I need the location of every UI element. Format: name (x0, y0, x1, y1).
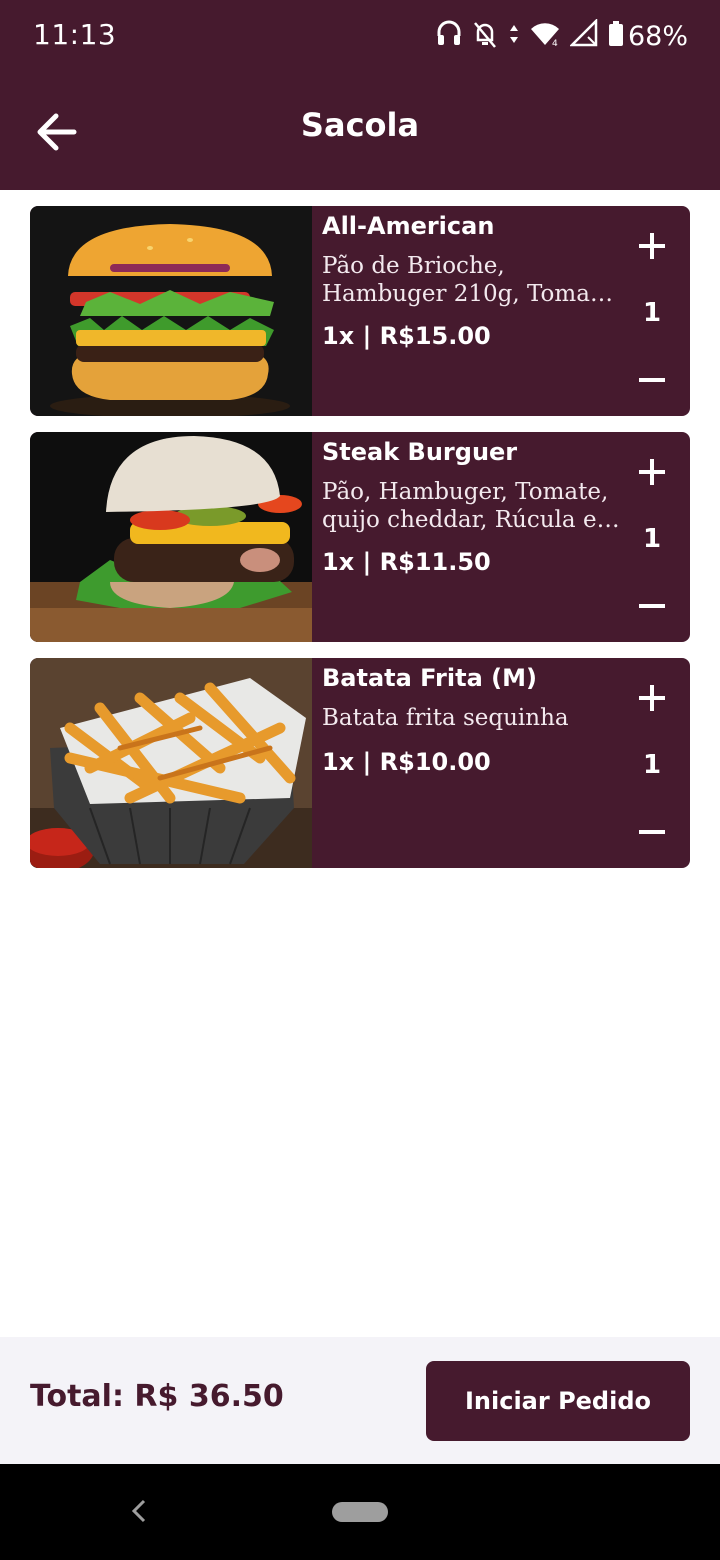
burger-photo (30, 206, 312, 416)
wifi-icon: 4 (530, 19, 560, 53)
order-total: Total: R$ 36.50 (30, 1379, 284, 1414)
cart-item[interactable]: All-American Pão de Brioche, Hambuger 21… (30, 206, 690, 416)
svg-text:4: 4 (552, 39, 558, 49)
item-description: Batata frita sequinha (322, 705, 569, 731)
page-title: Sacola (300, 106, 420, 144)
item-name: All-American (322, 212, 495, 240)
increase-quantity-button[interactable] (638, 232, 666, 260)
decrease-quantity-button minus-icon[interactable] (639, 604, 665, 608)
item-description: Pão, Hambuger, Tomate, quijo cheddar, Rú… (322, 479, 609, 533)
battery-icon (608, 19, 624, 53)
item-quantity: 1 (642, 524, 662, 554)
item-quantity: 1 (642, 298, 662, 328)
signal-icon (568, 17, 598, 53)
item-name: Batata Frita (M) (322, 664, 537, 692)
status-bar: 11:13 4 68% (0, 0, 720, 72)
notifications-off-icon (472, 19, 498, 53)
system-navigation-bar (0, 1464, 720, 1560)
status-icons: 4 68% (426, 17, 688, 54)
start-order-button[interactable]: Iniciar Pedido (426, 1361, 690, 1441)
headphones-icon (436, 19, 462, 53)
item-price: 1x | R$15.00 (322, 322, 491, 350)
item-quantity: 1 (642, 750, 662, 780)
burger-photo (30, 432, 312, 642)
checkout-footer: Total: R$ 36.50 Iniciar Pedido (0, 1337, 720, 1464)
fries-photo (30, 658, 312, 868)
item-description: Pão de Brioche, Hambuger 210g, Tomate, P… (322, 253, 621, 307)
plus-icon (639, 459, 665, 485)
cart-item[interactable]: Steak Burguer Pão, Hambuger, Tomate, qui… (30, 432, 690, 642)
cart-item[interactable]: Batata Frita (M) Batata frita sequinha 1… (30, 658, 690, 868)
system-back-button[interactable] (126, 1496, 152, 1526)
battery-percent: 68% (627, 20, 688, 52)
plus-icon (639, 685, 665, 711)
decrease-quantity-button minus-icon[interactable] (639, 830, 665, 834)
status-time: 11:13 (33, 18, 117, 51)
plus-icon (639, 233, 665, 259)
app-bar: Sacola (0, 72, 720, 190)
increase-quantity-button[interactable] (638, 458, 666, 486)
decrease-quantity-button minus-icon[interactable] (639, 378, 665, 382)
item-price: 1x | R$10.00 (322, 748, 491, 776)
item-price: 1x | R$11.50 (322, 548, 491, 576)
data-arrows-icon (508, 19, 520, 53)
increase-quantity-button[interactable] (638, 684, 666, 712)
system-home-pill[interactable] (332, 1502, 388, 1522)
item-name: Steak Burguer (322, 438, 518, 466)
chevron-left-icon (131, 1499, 146, 1523)
